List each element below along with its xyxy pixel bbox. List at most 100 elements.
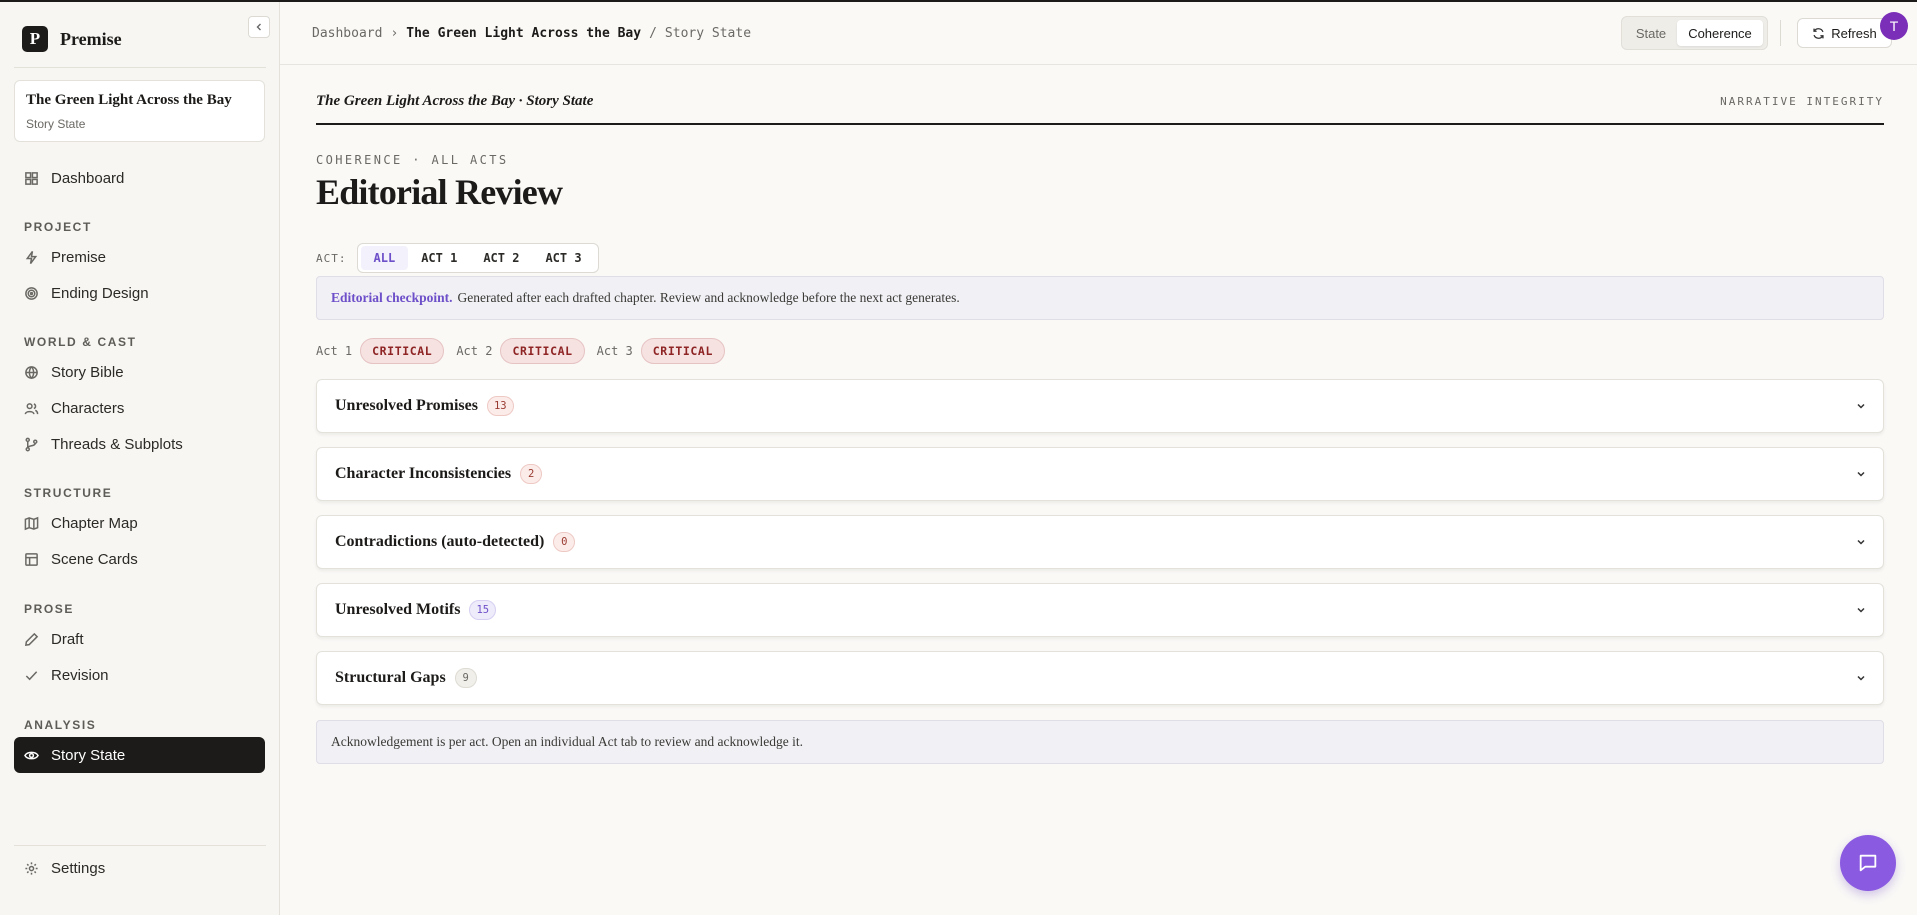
section-title: Character Inconsistencies (335, 465, 512, 482)
sidebar-item-settings[interactable]: Settings (14, 850, 265, 886)
sidebar-item-dashboard[interactable]: Dashboard (14, 160, 265, 196)
section-count: 15 (469, 600, 497, 620)
bolt-icon (25, 250, 38, 264)
sidebar-section-label: PROSE (24, 602, 75, 616)
sidebar-item-label: Settings (51, 859, 106, 877)
breadcrumb-project[interactable]: The Green Light Across the Bay (406, 26, 641, 41)
layout-icon (25, 552, 38, 566)
globe-icon (25, 365, 38, 379)
page-title: Editorial Review (316, 172, 563, 212)
section-title: Unresolved Promises (335, 397, 478, 414)
sidebar-item-scene-cards[interactable]: Scene Cards (14, 541, 265, 577)
git-branch-icon (25, 437, 38, 451)
sidebar-item-label: Ending Design (51, 284, 149, 302)
sidebar-section-label: PROJECT (24, 220, 92, 234)
view-toggle-state[interactable]: State (1625, 20, 1677, 46)
users-icon (24, 402, 39, 414)
sidebar-section-label: STRUCTURE (24, 486, 113, 500)
chevron-down-icon (1857, 539, 1865, 545)
section-title: Unresolved Motifs (335, 601, 461, 618)
chevron-left-icon (256, 23, 261, 31)
sidebar-item-threads-subplots[interactable]: Threads & Subplots (14, 426, 265, 462)
chevron-down-icon (1857, 403, 1865, 409)
breadcrumb-separator: › (390, 26, 399, 41)
sidebar-item-label: Story State (51, 746, 126, 764)
project-title: The Green Light Across the Bay (26, 92, 232, 108)
act-tabs: ALL ACT 1 ACT 2 ACT 3 (356, 243, 599, 273)
tab-all[interactable]: ALL (360, 246, 409, 270)
severity-act-label: Act 1 (316, 344, 353, 358)
map-icon (24, 516, 39, 530)
tab-act-1[interactable]: ACT 1 (408, 246, 470, 270)
checkpoint-text: Generated after each drafted chapter. Re… (457, 290, 960, 305)
section-contradictions[interactable]: Contradictions (auto-detected) 0 (316, 515, 1884, 569)
sidebar-item-label: Draft (51, 630, 84, 648)
sidebar-section-label: ANALYSIS (24, 718, 97, 732)
masthead-title: The Green Light Across the Bay · Story S… (316, 93, 594, 109)
refresh-button[interactable]: Refresh (1797, 18, 1892, 48)
sidebar-item-label: Chapter Map (51, 514, 138, 532)
section-character-inconsistencies[interactable]: Character Inconsistencies 2 (316, 447, 1884, 501)
sidebar-item-draft[interactable]: Draft (14, 621, 265, 657)
severity-act-label: Act 2 (456, 344, 493, 358)
severity-act-label: Act 3 (596, 344, 633, 358)
tab-act-3[interactable]: ACT 3 (532, 246, 594, 270)
act-filter: ACT: ALL ACT 1 ACT 2 ACT 3 (316, 243, 599, 273)
acknowledgement-text: Acknowledgement is per act. Open an indi… (331, 734, 803, 749)
section-title: Contradictions (auto-detected) (335, 533, 545, 550)
sidebar: P Premise The Green Light Across the Bay… (0, 2, 280, 915)
sidebar-item-label: Premise (51, 248, 107, 266)
section-count: 2 (520, 464, 543, 484)
avatar[interactable]: T (1880, 12, 1908, 40)
view-toggle: State Coherence (1621, 16, 1768, 50)
sidebar-footer: Settings (14, 850, 265, 886)
section-count: 13 (486, 396, 514, 416)
sidebar-section-structure: STRUCTURE Chapter Map Scene Cards (14, 477, 265, 577)
target-icon (25, 286, 38, 300)
review-sections: Unresolved Promises 13 Character Inconsi… (316, 379, 1884, 719)
sidebar-item-revision[interactable]: Revision (14, 657, 265, 693)
sidebar-item-label: Story Bible (51, 363, 124, 381)
sidebar-item-story-bible[interactable]: Story Bible (14, 354, 265, 390)
view-toggle-coherence[interactable]: Coherence (1677, 20, 1763, 46)
sidebar-item-characters[interactable]: Characters (14, 390, 265, 426)
acknowledgement-note: Acknowledgement is per act. Open an indi… (316, 720, 1884, 764)
sidebar-item-label: Threads & Subplots (51, 435, 183, 453)
eye-icon (24, 751, 39, 759)
masthead-label: NARRATIVE INTEGRITY (1720, 95, 1884, 108)
chevron-down-icon (1857, 675, 1865, 681)
sidebar-item-chapter-map[interactable]: Chapter Map (14, 505, 265, 541)
project-card[interactable]: The Green Light Across the Bay Story Sta… (14, 80, 265, 142)
section-count: 0 (553, 532, 576, 552)
sidebar-nav: Dashboard (14, 160, 265, 196)
sidebar-item-label: Scene Cards (51, 550, 138, 568)
sidebar-divider (14, 845, 266, 846)
sidebar-section-label: WORLD & CAST (24, 335, 137, 349)
breadcrumb-current: Story State (664, 26, 752, 41)
act-filter-label: ACT: (316, 251, 347, 265)
section-unresolved-motifs[interactable]: Unresolved Motifs 15 (316, 583, 1884, 637)
chat-button[interactable] (1840, 835, 1896, 891)
sidebar-item-premise[interactable]: Premise (14, 239, 265, 275)
sidebar-section-prose: PROSE Draft Revision (14, 593, 265, 693)
grid-icon (25, 171, 38, 185)
brand[interactable]: P Premise (22, 26, 122, 52)
gear-icon (25, 861, 38, 875)
collapse-sidebar-button[interactable] (248, 16, 270, 38)
section-unresolved-promises[interactable]: Unresolved Promises 13 (316, 379, 1884, 433)
topbar: Dashboard › The Green Light Across the B… (280, 2, 1917, 65)
sidebar-item-label: Characters (51, 399, 125, 417)
breadcrumb-dashboard[interactable]: Dashboard (312, 26, 382, 41)
sidebar-section-world-cast: WORLD & CAST Story Bible Characters Thre… (14, 326, 265, 462)
section-count: 9 (454, 668, 477, 688)
brand-name: Premise (60, 28, 122, 49)
sidebar-item-story-state[interactable]: Story State (14, 737, 265, 773)
editorial-checkpoint-banner: Editorial checkpoint. Generated after ea… (316, 276, 1884, 320)
tab-act-2[interactable]: ACT 2 (470, 246, 532, 270)
pencil-icon (24, 632, 39, 646)
sidebar-section-project: PROJECT Premise Ending Design (14, 211, 265, 311)
chevron-down-icon (1857, 471, 1865, 477)
sidebar-item-ending-design[interactable]: Ending Design (14, 275, 265, 311)
sidebar-section-analysis: ANALYSIS Story State (14, 709, 265, 773)
section-structural-gaps[interactable]: Structural Gaps 9 (316, 651, 1884, 705)
